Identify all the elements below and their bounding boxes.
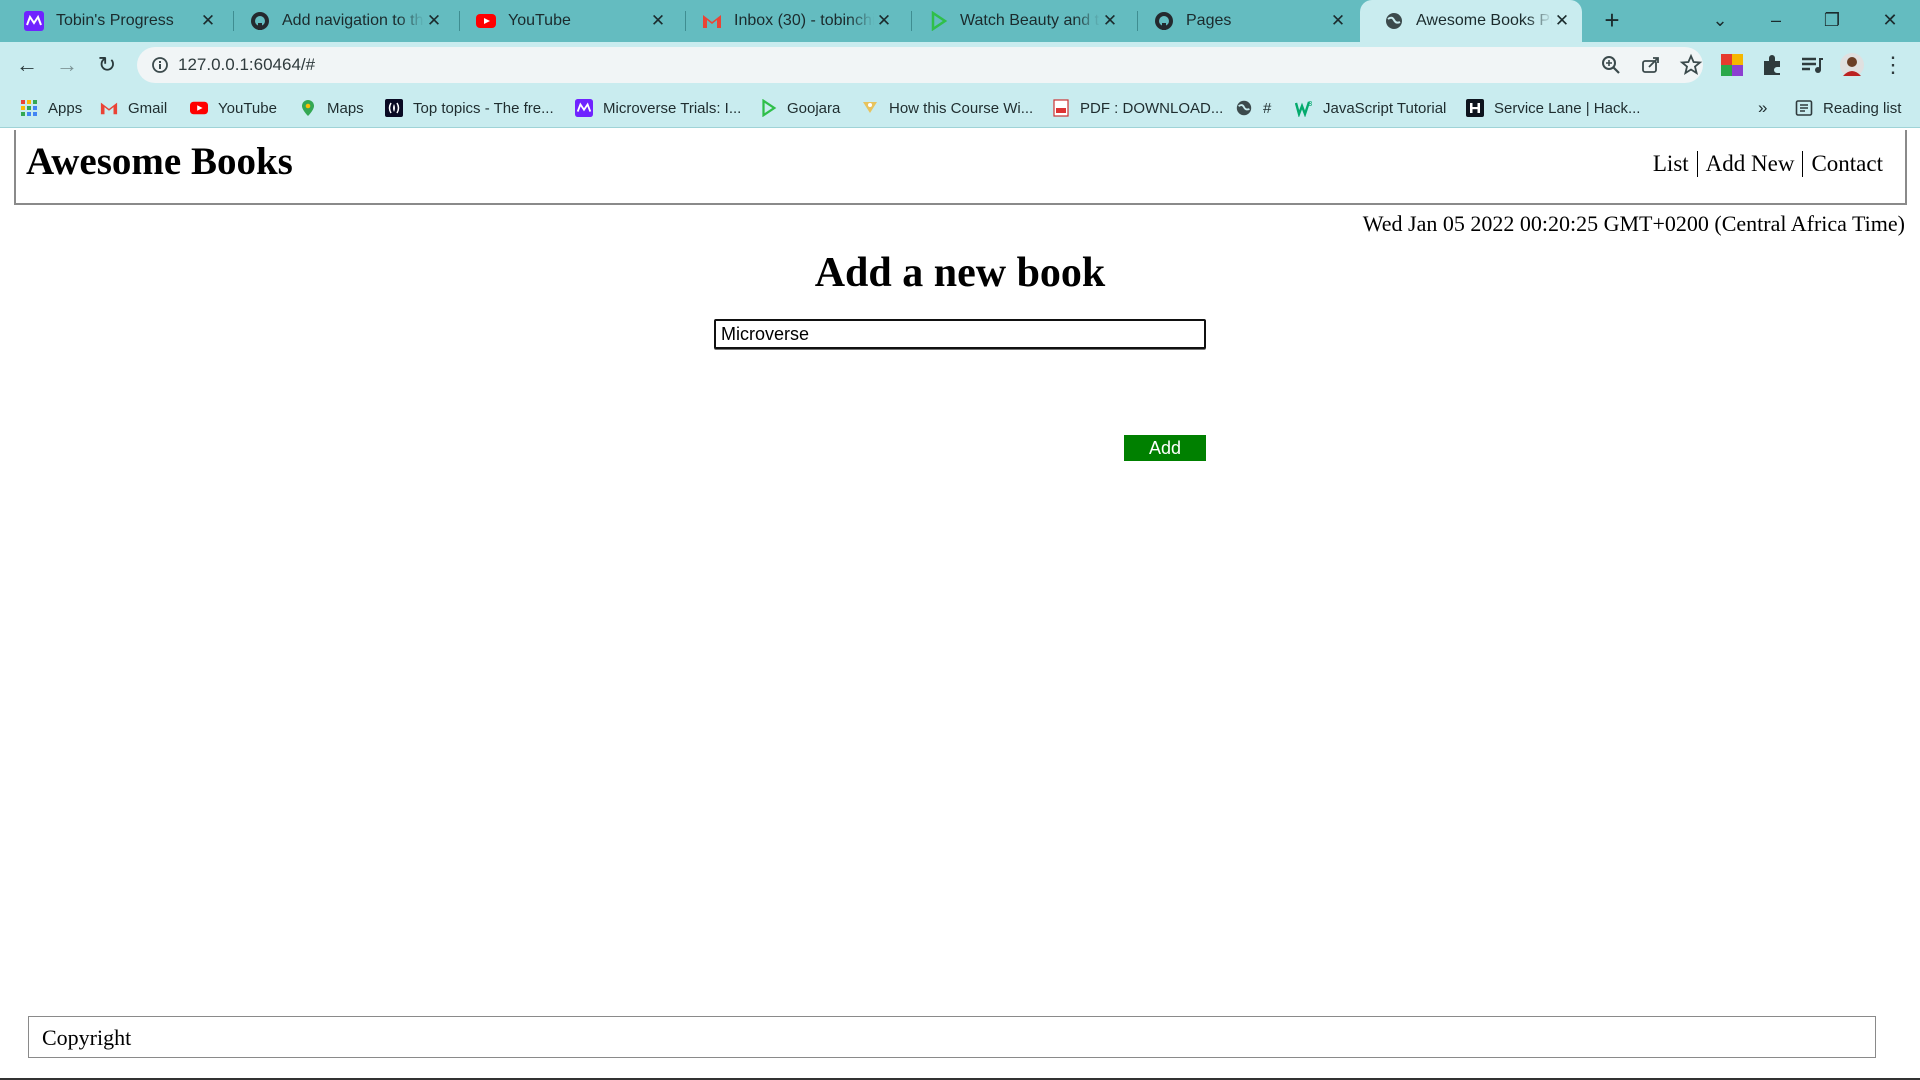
site-title: Awesome Books [26,140,293,183]
hackerrank-icon [1466,99,1484,117]
web-page: Awesome Books List Add New Contact Wed J… [0,129,1920,1080]
close-icon[interactable]: ✕ [1100,11,1120,31]
nav-link-contact[interactable]: Contact [1803,151,1891,177]
maps-pin-icon [299,99,317,117]
close-icon[interactable]: ✕ [1552,11,1572,31]
github-icon [250,11,270,31]
url-text[interactable]: 127.0.0.1:60464/# [178,55,315,75]
youtube-icon [476,11,496,31]
copyright-text: Copyright [42,1025,132,1050]
play-icon [759,99,777,117]
bookmark-youtube[interactable]: YouTube [190,97,277,119]
youtube-icon [190,99,208,117]
form-heading: Add a new book [814,250,1106,296]
bookmark-top-topics[interactable]: Top topics - The fre... [385,97,554,119]
chrome-menu-icon[interactable]: ⋮ [1880,52,1906,78]
close-icon[interactable]: ✕ [1328,11,1348,31]
gmail-icon [702,11,722,31]
microverse-icon [575,99,593,117]
tab-strip: Tobin's Progress ✕ Add navigation to the… [0,0,1920,42]
github-icon [1154,11,1174,31]
extensions-puzzle-icon[interactable] [1759,52,1785,78]
bookmark-javascript-tutorial[interactable]: 3 JavaScript Tutorial [1295,97,1446,119]
minimize-icon[interactable]: – [1756,4,1796,36]
site-nav: List Add New Contact [1645,151,1891,177]
restore-icon[interactable]: ❐ [1812,4,1852,36]
bookmark-apps[interactable]: Apps [20,97,82,119]
forward-icon[interactable]: → [52,50,82,80]
tab-watch-beauty[interactable]: Watch Beauty and the ✕ [904,0,1130,42]
close-icon[interactable]: ✕ [424,11,444,31]
tab-pages[interactable]: Pages ✕ [1130,0,1358,42]
new-tab-button[interactable]: + [1598,7,1626,34]
gmail-icon [100,99,118,117]
back-icon[interactable]: ← [12,50,42,80]
site-info-icon[interactable] [150,55,170,75]
bookmark-service-lane[interactable]: Service Lane | Hack... [1466,97,1640,119]
bookmark-microverse-trials[interactable]: Microverse Trials: I... [575,97,741,119]
close-icon[interactable]: ✕ [874,11,894,31]
browser-toolbar: ← → ↻ 127.0.0.1:60464/# ⋮ [0,42,1920,88]
apps-grid-icon [20,99,38,117]
bookmark-hash[interactable]: # [1235,97,1271,119]
svg-text:3: 3 [1308,100,1312,108]
site-footer: Copyright [28,1016,1876,1058]
course-icon [861,99,879,117]
bookmark-how-this-course[interactable]: How this Course Wi... [861,97,1033,119]
play-icon [928,11,948,31]
bookmark-goojara[interactable]: Goojara [759,97,840,119]
tab-youtube[interactable]: YouTube ✕ [452,0,678,42]
tab-tobins-progress[interactable]: Tobin's Progress ✕ [0,0,228,42]
book-author-input[interactable] [714,319,1206,349]
reading-list-icon [1795,99,1813,117]
extension-colorful-icon[interactable] [1719,52,1745,78]
globe-icon [1384,11,1404,31]
reading-list-button[interactable]: Reading list [1795,97,1901,119]
close-icon[interactable]: ✕ [648,11,668,31]
tab-awesome-books[interactable]: Awesome Books Project ✕ [1360,0,1582,42]
address-bar[interactable]: 127.0.0.1:60464/# [137,47,1703,83]
zoom-icon[interactable] [1599,53,1623,77]
window-close-icon[interactable]: ✕ [1870,4,1910,36]
bookmarks-bar: Apps Gmail YouTube Maps Top topics - The… [0,88,1920,128]
nav-link-add-new[interactable]: Add New [1698,151,1803,177]
tab-gmail-inbox[interactable]: Inbox (30) - tobinchild ✕ [678,0,904,42]
globe-dark-icon [1235,99,1253,117]
site-header: Awesome Books List Add New Contact [14,130,1907,205]
freecodecamp-icon [385,99,403,117]
tab-add-navigation[interactable]: Add navigation to the ✕ [226,0,454,42]
current-date: Wed Jan 05 2022 00:20:25 GMT+0200 (Centr… [1362,211,1905,236]
bookmark-maps[interactable]: Maps [299,97,364,119]
w3-icon: 3 [1295,99,1313,117]
share-icon[interactable] [1639,53,1663,77]
tab-search-chevron-icon[interactable]: ⌄ [1700,4,1740,36]
microverse-icon [24,11,44,31]
add-book-button[interactable]: Add [1124,435,1206,461]
nav-link-list[interactable]: List [1645,151,1697,177]
close-icon[interactable]: ✕ [198,11,218,31]
bookmark-pdf-download[interactable]: PDF : DOWNLOAD... [1052,97,1223,119]
bookmark-gmail[interactable]: Gmail [100,97,167,119]
reload-icon[interactable]: ↻ [92,50,122,80]
bookmarks-overflow-button[interactable]: » [1758,97,1767,119]
pdf-icon [1052,99,1070,117]
bookmark-star-icon[interactable] [1679,53,1703,77]
profile-avatar[interactable] [1839,52,1865,78]
media-queue-icon[interactable] [1799,52,1825,78]
